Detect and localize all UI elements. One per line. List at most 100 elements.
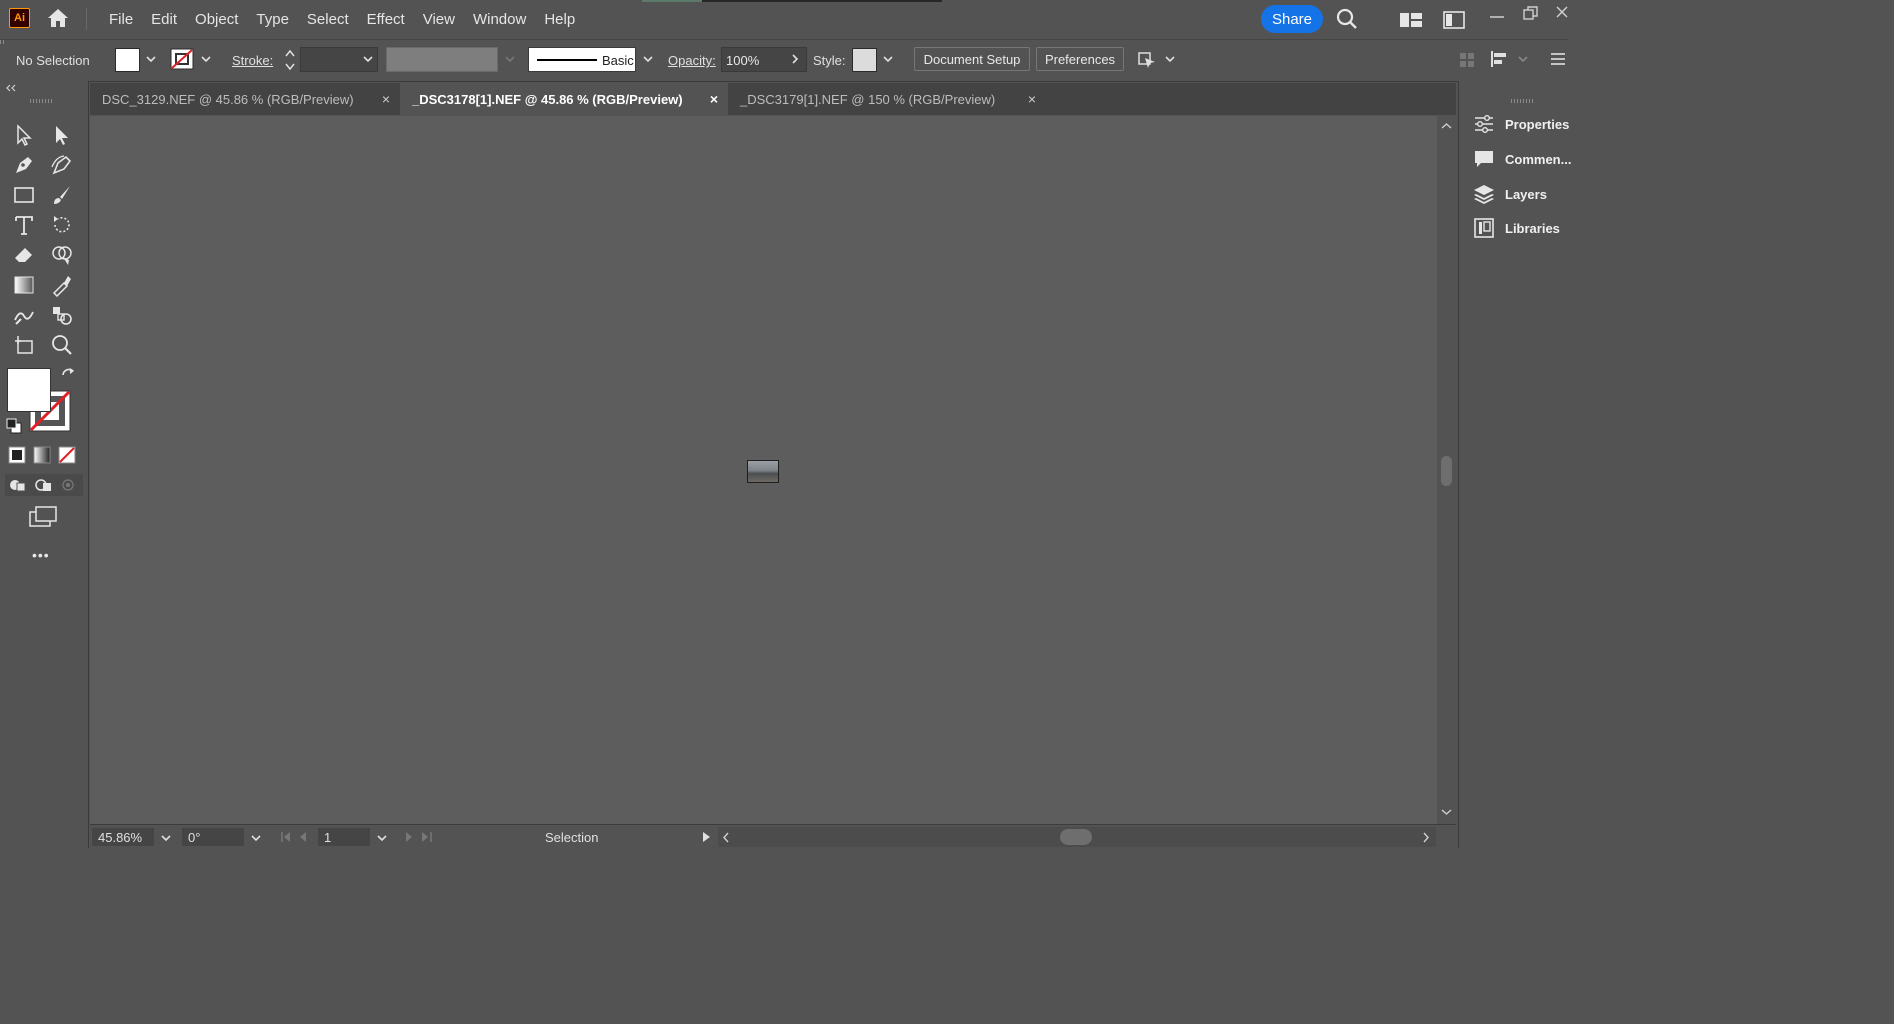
fill-swatch[interactable]	[115, 48, 140, 72]
fill-color-box-front[interactable]	[7, 368, 51, 412]
blend-tool-icon[interactable]	[12, 303, 36, 327]
zoom-level-field[interactable]: 45.86%	[92, 828, 154, 846]
curvature-tool-icon[interactable]	[50, 153, 74, 177]
share-button[interactable]: Share	[1261, 5, 1323, 33]
tab-label: DSC_3129.NEF @ 45.86 % (RGB/Preview)	[102, 91, 354, 107]
chevron-down-icon[interactable]	[248, 830, 264, 846]
eyedropper-tool-icon[interactable]	[50, 273, 74, 298]
menu-effect[interactable]: Effect	[358, 11, 414, 28]
status-menu-icon[interactable]	[700, 830, 712, 844]
artboard-tool-icon[interactable]	[12, 333, 36, 357]
close-tab-icon[interactable]: ×	[1028, 91, 1036, 107]
symbol-sprayer-tool-icon[interactable]	[50, 303, 74, 327]
menu-edit[interactable]: Edit	[142, 11, 186, 28]
vertical-scroll-thumb[interactable]	[1441, 456, 1452, 486]
direct-selection-tool-icon[interactable]	[50, 123, 74, 147]
scroll-left-icon[interactable]	[722, 832, 730, 843]
chevron-down-icon[interactable]	[1162, 51, 1178, 67]
panel-menu-icon[interactable]	[1550, 52, 1566, 66]
pen-tool-icon[interactable]	[12, 153, 36, 177]
align-objects-icon[interactable]	[1490, 50, 1510, 68]
close-window-icon[interactable]	[1556, 6, 1568, 18]
menu-object[interactable]: Object	[186, 11, 247, 28]
horizontal-scrollbar[interactable]	[718, 827, 1436, 847]
panel-properties[interactable]: Properties	[1473, 112, 1569, 136]
scroll-up-icon[interactable]	[1441, 122, 1452, 130]
menu-separator	[86, 8, 87, 30]
draw-behind-icon[interactable]	[34, 477, 52, 493]
chevron-down-icon[interactable]	[198, 51, 214, 67]
chevron-down-icon[interactable]	[374, 830, 390, 846]
next-last-artboard-icons	[406, 832, 432, 842]
variable-width-profile[interactable]	[386, 47, 498, 72]
tab-dsc3179[interactable]: _DSC3179[1].NEF @ 150 % (RGB/Preview) ×	[728, 83, 1046, 115]
draw-normal-icon[interactable]	[8, 477, 26, 493]
chevron-down-icon[interactable]	[158, 830, 174, 846]
preferences-button[interactable]: Preferences	[1036, 47, 1124, 71]
close-tab-icon[interactable]: ×	[382, 91, 390, 107]
menu-help[interactable]: Help	[535, 11, 584, 28]
change-screen-mode-icon[interactable]	[29, 506, 57, 528]
tab-dsc3178[interactable]: _DSC3178[1].NEF @ 45.86 % (RGB/Preview) …	[400, 83, 728, 115]
none-mode-icon[interactable]	[58, 446, 76, 464]
panel-layers[interactable]: Layers	[1473, 182, 1547, 206]
menu-bar: Ai File Edit Object Type Select Effect V…	[0, 0, 1568, 38]
menu-view[interactable]: View	[414, 11, 464, 28]
right-panel-grip[interactable]	[1511, 99, 1535, 103]
gradient-mode-icon[interactable]	[33, 446, 51, 464]
chevron-right-icon[interactable]	[787, 51, 803, 67]
edit-toolbar-button[interactable]: •••	[32, 547, 50, 563]
opacity-label[interactable]: Opacity:	[668, 53, 716, 68]
tab-dsc-3129[interactable]: DSC_3129.NEF @ 45.86 % (RGB/Preview) ×	[90, 83, 400, 115]
artboard-number-field[interactable]: 1	[318, 828, 370, 846]
stroke-stepper-icon[interactable]	[283, 47, 297, 73]
control-bar-grip[interactable]	[0, 40, 4, 44]
first-previous-artboard-icons	[281, 832, 306, 842]
horizontal-scroll-thumb[interactable]	[1060, 829, 1092, 845]
placed-image[interactable]	[747, 460, 779, 483]
menu-window[interactable]: Window	[464, 11, 535, 28]
panel-comments[interactable]: Commen...	[1473, 147, 1571, 171]
shape-builder-tool-icon[interactable]	[50, 243, 74, 267]
eraser-tool-icon[interactable]	[12, 243, 36, 267]
selection-tool-icon[interactable]	[12, 123, 36, 147]
search-icon[interactable]	[1336, 8, 1358, 30]
workspace-switcher-icon[interactable]	[1443, 11, 1465, 29]
document-setup-button[interactable]: Document Setup	[914, 47, 1030, 71]
chevron-down-icon[interactable]	[640, 51, 656, 67]
rotation-field[interactable]: 0°	[182, 828, 244, 846]
puppet-warp-icon[interactable]	[1136, 49, 1158, 71]
swap-colors-icon[interactable]	[60, 367, 76, 383]
vertical-scrollbar[interactable]	[1437, 116, 1456, 824]
scroll-down-icon[interactable]	[1441, 808, 1452, 816]
chevron-down-icon[interactable]	[360, 51, 376, 67]
default-colors-icon[interactable]	[6, 418, 22, 434]
menu-select[interactable]: Select	[298, 11, 358, 28]
scroll-right-icon[interactable]	[1422, 832, 1430, 843]
brush-name: Basic	[602, 53, 634, 68]
type-tool-icon[interactable]	[12, 213, 36, 237]
collapse-panel-icon[interactable]	[5, 84, 17, 92]
color-mode-icon[interactable]	[8, 446, 26, 464]
minimize-icon[interactable]	[1489, 12, 1505, 22]
zoom-tool-icon[interactable]	[50, 333, 74, 357]
layers-icon	[1474, 185, 1494, 204]
paintbrush-tool-icon[interactable]	[50, 183, 74, 207]
close-tab-icon[interactable]: ×	[710, 91, 718, 107]
brush-definition-field[interactable]: Basic	[528, 47, 636, 72]
rotate-tool-icon[interactable]	[50, 213, 74, 237]
chevron-down-icon[interactable]	[880, 51, 896, 67]
menu-file[interactable]: File	[100, 11, 142, 28]
stroke-label[interactable]: Stroke:	[232, 53, 273, 68]
restore-icon[interactable]	[1523, 6, 1539, 20]
panel-libraries[interactable]: Libraries	[1473, 216, 1560, 240]
chevron-down-icon[interactable]	[143, 51, 159, 67]
rectangle-tool-icon[interactable]	[12, 183, 36, 207]
graphic-style-swatch[interactable]	[852, 48, 877, 72]
home-icon[interactable]	[46, 7, 70, 29]
menu-type[interactable]: Type	[247, 11, 298, 28]
arrange-documents-icon[interactable]	[1399, 12, 1423, 28]
stroke-none-swatch[interactable]	[170, 48, 194, 70]
gradient-tool-icon[interactable]	[12, 273, 36, 297]
tools-panel-grip[interactable]	[30, 99, 54, 103]
